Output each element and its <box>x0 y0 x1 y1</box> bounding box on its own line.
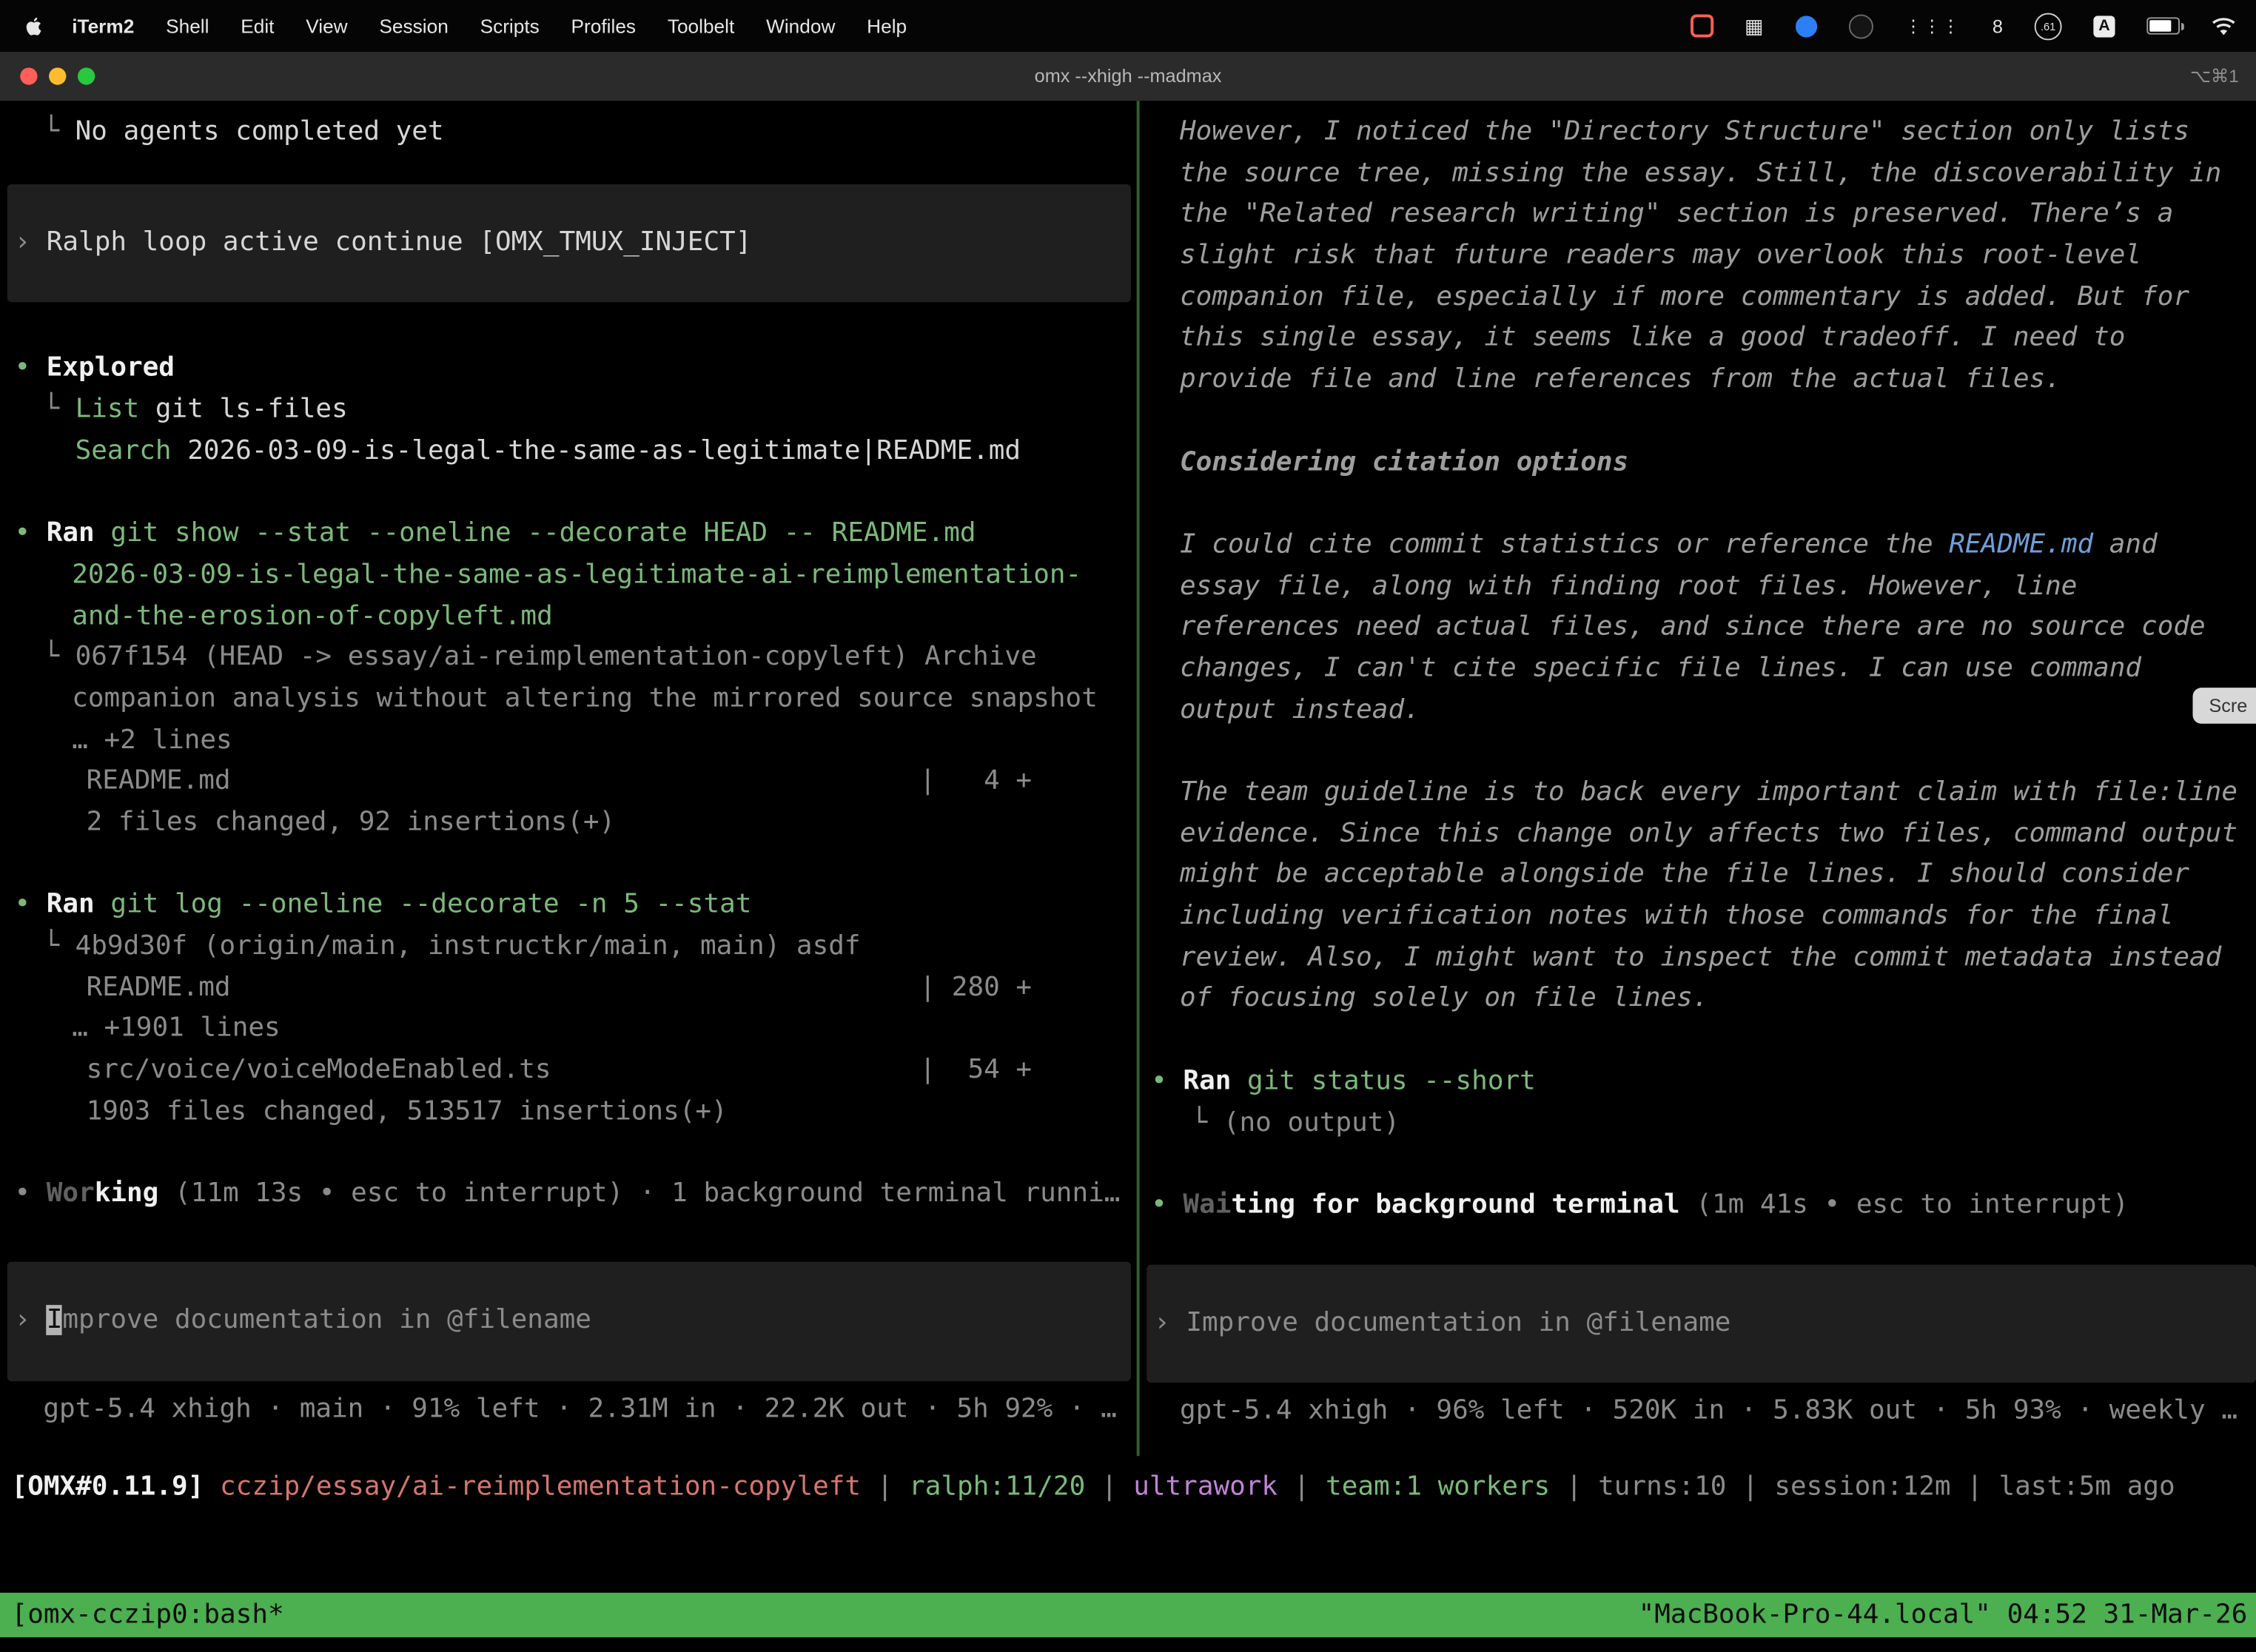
git-log-diffstat-line: src/voice/voiceModeEnabled.ts | 54 + <box>0 1050 1137 1092</box>
waiting-status-line: • Waiting for background terminal (1m 41… <box>1140 1186 2256 1227</box>
thinking-line: including verification notes with those … <box>1140 896 2256 938</box>
thinking-line: companion file, especially if more comme… <box>1140 278 2256 319</box>
screen: iTerm2 Shell Edit View Session Scripts P… <box>0 0 2256 1652</box>
grid-app-icon[interactable]: ▦ <box>1745 13 1764 38</box>
thinking-line: might be acceptable alongside the file l… <box>1140 855 2256 896</box>
apple-menu[interactable] <box>20 15 56 36</box>
battery-icon[interactable] <box>2146 17 2180 34</box>
omx-branch: cczip/essay/ai-reimplementation-copyleft <box>220 1472 861 1502</box>
ran-git-status-line: • Ran git status --short <box>1140 1061 2256 1103</box>
omx-last: last:5m ago <box>1999 1472 2175 1502</box>
thinking-line: The team guideline is to back every impo… <box>1140 773 2256 814</box>
explored-search-line: Search 2026-03-09-is-legal-the-same-as-l… <box>0 432 1137 473</box>
tmux-status-bar: [omx-cczip0:bash* "MacBook-Pro-44.local"… <box>0 1593 2256 1637</box>
thinking-line: essay file, along with finding root file… <box>1140 566 2256 608</box>
window-title: omx --xhigh --madmax <box>0 52 2256 101</box>
omx-session: session:12m <box>1774 1472 1950 1502</box>
prompt-input-left[interactable]: › Improve documentation in @filename <box>7 1261 1131 1380</box>
git-show-output-line: companion analysis without altering the … <box>0 679 1137 720</box>
cpu-meter-icon[interactable]: .61 <box>2035 13 2062 40</box>
menu-item-view[interactable]: View <box>290 15 363 36</box>
thinking-line: review. Also, I might want to inspect th… <box>1140 938 2256 979</box>
menu-item-help[interactable]: Help <box>851 15 923 36</box>
git-show-output-line: └ 067f154 (HEAD -> essay/ai-reimplementa… <box>0 638 1137 679</box>
prompt-input-right[interactable]: › Improve documentation in @filename <box>1147 1264 2256 1383</box>
explored-list-line: └ List git ls-files <box>0 390 1137 432</box>
explored-header-line: • Explored <box>0 349 1137 390</box>
thinking-heading: Considering citation options <box>1140 443 2256 484</box>
apple-icon <box>23 15 44 36</box>
menu-item-toolbelt[interactable]: Toolbelt <box>651 15 750 36</box>
thinking-line: of focusing solely on file lines. <box>1140 979 2256 1021</box>
omx-team: team:1 workers <box>1326 1472 1550 1502</box>
dots-grid-icon[interactable]: ⋮⋮⋮ <box>1904 16 1961 36</box>
prompt-input-text[interactable]: › Improve documentation in @filename <box>7 1300 1131 1342</box>
git-show-output-truncated: … +2 lines <box>0 720 1137 762</box>
git-log-diffstat-line: README.md | 280 + <box>0 968 1137 1010</box>
readme-link[interactable]: README.md <box>1949 529 2093 560</box>
thinking-line: references need actual files, and since … <box>1140 608 2256 649</box>
menu-bar-status-area: ▦ ⋮⋮⋮ 8 .61 A <box>1690 13 2236 40</box>
git-show-summary-line: 2 files changed, 92 insertions(+) <box>0 803 1137 845</box>
ran-git-show-cont1: 2026-03-09-is-legal-the-same-as-legitima… <box>0 555 1137 597</box>
thinking-line: evidence. Since this change only affects… <box>1140 814 2256 856</box>
thinking-line: this single essay, it seems like a good … <box>1140 318 2256 360</box>
ralph-loop-text: › Ralph loop active continue [OMX_TMUX_I… <box>7 223 1131 264</box>
token-status-right: gpt-5.4 xhigh · 96% left · 520K in · 5.8… <box>1140 1391 2256 1433</box>
input-source-icon[interactable]: A <box>2093 15 2115 36</box>
tab-shortcut-badge: ⌥⌘1 <box>2190 52 2239 101</box>
omx-mode: ultrawork <box>1133 1472 1278 1502</box>
tmux-host-clock: "MacBook-Pro-44.local" 04:52 31-Mar-26 <box>1639 1600 2248 1631</box>
git-show-diffstat-line: README.md | 4 + <box>0 762 1137 803</box>
tmux-pane-right[interactable]: However, I noticed the "Directory Struct… <box>1140 101 2256 1456</box>
omx-turns: turns:10 <box>1598 1472 1726 1502</box>
tmux-session-name: [omx-cczip0:bash* <box>12 1600 284 1631</box>
menu-item-scripts[interactable]: Scripts <box>464 15 555 36</box>
menu-item-shell[interactable]: Shell <box>150 15 225 36</box>
menu-item-profiles[interactable]: Profiles <box>555 15 651 36</box>
tmux-pane-left[interactable]: └ No agents completed yet › Ralph loop a… <box>0 101 1137 1456</box>
thinking-line: output instead. <box>1140 690 2256 731</box>
menu-item-edit[interactable]: Edit <box>225 15 290 36</box>
menu-item-iterm2[interactable]: iTerm2 <box>56 15 150 36</box>
screen-recording-indicator-icon[interactable] <box>1690 14 1713 37</box>
blue-app-icon[interactable] <box>1796 15 1817 36</box>
terminal-cursor: I <box>47 1305 63 1335</box>
thinking-line: provide file and line references from th… <box>1140 360 2256 401</box>
prompt-input-text[interactable]: › Improve documentation in @filename <box>1147 1303 2256 1344</box>
omx-ralph-counter: ralph:11/20 <box>909 1472 1085 1502</box>
ran-git-show-line: • Ran git show --stat --oneline --decora… <box>0 514 1137 555</box>
agents-note-line: └ No agents completed yet <box>0 113 1137 154</box>
thinking-line: I could cite commit statistics or refere… <box>1140 525 2256 566</box>
thinking-line: changes, I can't cite specific file line… <box>1140 649 2256 691</box>
menu-item-window[interactable]: Window <box>751 15 851 36</box>
thinking-line: However, I noticed the "Directory Struct… <box>1140 113 2256 154</box>
menu-bar: iTerm2 Shell Edit View Session Scripts P… <box>0 0 2256 52</box>
omx-status-line: [OMX#0.11.9] cczip/essay/ai-reimplementa… <box>12 1468 2175 1509</box>
git-status-output-line: └ (no output) <box>1140 1103 2256 1144</box>
wifi-icon[interactable] <box>2212 16 2236 35</box>
git-log-summary-line: 1903 files changed, 513517 insertions(+) <box>0 1092 1137 1133</box>
menu-item-session[interactable]: Session <box>363 15 464 36</box>
working-status-line: • Working (11m 13s • esc to interrupt) ·… <box>0 1174 1137 1215</box>
ralph-loop-banner: › Ralph loop active continue [OMX_TMUX_I… <box>7 184 1131 303</box>
thinking-line: slight risk that future readers may over… <box>1140 236 2256 278</box>
terminal-area: └ No agents completed yet › Ralph loop a… <box>0 101 2256 1652</box>
thinking-line: the "Related research writing" section i… <box>1140 195 2256 236</box>
ran-git-show-cont2: and-the-erosion-of-copyleft.md <box>0 597 1137 638</box>
token-status-left: gpt-5.4 xhigh · main · 91% left · 2.31M … <box>0 1389 1137 1431</box>
omx-version: [OMX#0.11.9] <box>12 1472 220 1502</box>
git-log-output-truncated: … +1901 lines <box>0 1009 1137 1050</box>
screen-share-notification[interactable]: Scre <box>2193 688 2256 724</box>
window-title-bar: omx --xhigh --madmax ⌥⌘1 <box>0 52 2256 101</box>
thinking-line: the source tree, missing the essay. Stil… <box>1140 153 2256 195</box>
git-log-output-line: └ 4b9d30f (origin/main, instructkr/main,… <box>0 927 1137 968</box>
dark-app-icon[interactable] <box>1848 13 1873 38</box>
ran-git-log-line: • Ran git log --oneline --decorate -n 5 … <box>0 885 1137 927</box>
keypad-8-icon[interactable]: 8 <box>1993 15 2003 36</box>
